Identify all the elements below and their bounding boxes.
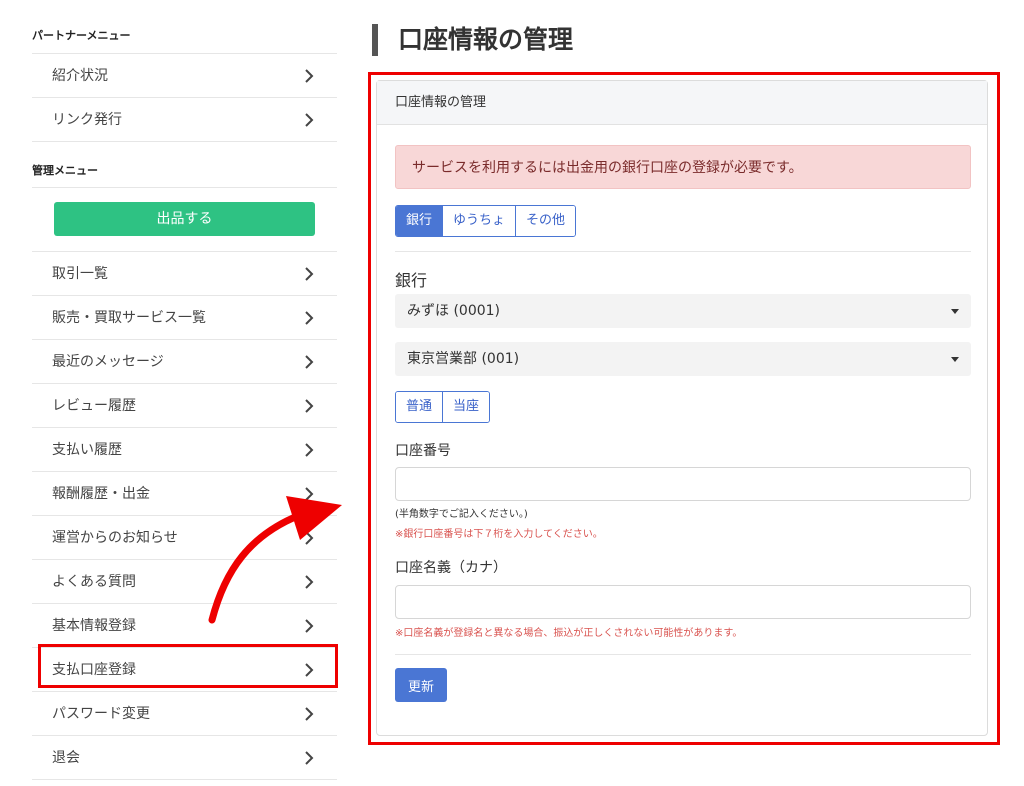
sidebar-item-label: 基本情報登録 bbox=[52, 618, 136, 634]
sidebar-item-reviews[interactable]: レビュー履歴 bbox=[32, 384, 337, 428]
page-title: 口座情報の管理 bbox=[372, 24, 1002, 56]
sidebar-item-transactions[interactable]: 取引一覧 bbox=[32, 252, 337, 296]
sidebar-item-rewards[interactable]: 報酬履歴・出金 bbox=[32, 472, 337, 516]
divider bbox=[395, 251, 971, 252]
bank-select-value: みずほ (0001) bbox=[407, 303, 501, 319]
chevron-right-icon bbox=[299, 604, 319, 648]
sidebar-item-faq[interactable]: よくある質問 bbox=[32, 560, 337, 604]
account-number-warning: ※銀行口座番号は下７桁を入力してください。 bbox=[395, 529, 603, 540]
chevron-right-icon bbox=[299, 560, 319, 604]
chevron-right-icon bbox=[299, 384, 319, 428]
account-number-label: 口座番号 bbox=[395, 443, 451, 459]
sidebar-item-label: 支払い履歴 bbox=[52, 442, 122, 458]
caret-down-icon bbox=[951, 357, 959, 362]
admin-menu-heading: 管理メニュー bbox=[32, 142, 337, 188]
sidebar-item-payout-account[interactable]: 支払口座登録 bbox=[32, 648, 337, 692]
chevron-right-icon bbox=[299, 252, 319, 296]
sell-button[interactable]: 出品する bbox=[54, 202, 315, 236]
card-title: 口座情報の管理 bbox=[377, 81, 987, 125]
sidebar-item-password[interactable]: パスワード変更 bbox=[32, 692, 337, 736]
account-number-input[interactable] bbox=[395, 467, 971, 501]
main-content: 口座情報の管理 bbox=[372, 24, 1002, 56]
tab-checking[interactable]: 当座 bbox=[443, 392, 490, 422]
sidebar-item-label: 報酬履歴・出金 bbox=[52, 486, 150, 502]
sidebar-item-label: 最近のメッセージ bbox=[52, 354, 164, 370]
chevron-right-icon bbox=[299, 54, 319, 98]
sidebar-item-link-issue[interactable]: リンク発行 bbox=[32, 98, 337, 142]
sidebar-item-label: 支払口座登録 bbox=[52, 662, 136, 678]
branch-select[interactable]: 東京営業部 (001) bbox=[395, 342, 971, 376]
sidebar: パートナーメニュー 紹介状況 リンク発行 管理メニュー 出品する 取引一覧 販売… bbox=[32, 18, 337, 780]
tab-ordinary[interactable]: 普通 bbox=[396, 392, 444, 422]
chevron-right-icon bbox=[299, 472, 319, 516]
tab-other[interactable]: その他 bbox=[516, 206, 576, 236]
sidebar-item-basic-info[interactable]: 基本情報登録 bbox=[32, 604, 337, 648]
chevron-right-icon bbox=[299, 340, 319, 384]
chevron-right-icon bbox=[299, 296, 319, 340]
sidebar-item-label: 取引一覧 bbox=[52, 266, 108, 282]
chevron-right-icon bbox=[299, 736, 319, 780]
sidebar-item-referral-status[interactable]: 紹介状況 bbox=[32, 54, 337, 98]
branch-select-value: 東京営業部 (001) bbox=[407, 351, 520, 367]
account-number-help: (半角数字でご記入ください。) bbox=[395, 509, 528, 520]
sidebar-item-notices[interactable]: 運営からのお知らせ bbox=[32, 516, 337, 560]
sidebar-item-label: 退会 bbox=[52, 750, 80, 766]
sidebar-item-label: パスワード変更 bbox=[52, 706, 150, 722]
chevron-right-icon bbox=[299, 428, 319, 472]
account-name-warning: ※口座名義が登録名と異なる場合、振込が正しくされない可能性があります。 bbox=[395, 628, 743, 639]
chevron-right-icon bbox=[299, 648, 319, 692]
partner-menu-heading: パートナーメニュー bbox=[32, 18, 337, 54]
sidebar-item-services[interactable]: 販売・買取サービス一覧 bbox=[32, 296, 337, 340]
sidebar-item-label: リンク発行 bbox=[52, 112, 122, 128]
sidebar-item-withdraw[interactable]: 退会 bbox=[32, 736, 337, 780]
bank-label: 銀行 bbox=[395, 271, 428, 290]
alert-message: サービスを利用するには出金用の銀行口座の登録が必要です。 bbox=[395, 145, 971, 189]
sidebar-item-label: 紹介状況 bbox=[52, 68, 108, 84]
chevron-right-icon bbox=[299, 98, 319, 142]
deposit-type-tabs: 普通 当座 bbox=[395, 391, 491, 423]
sidebar-item-label: 運営からのお知らせ bbox=[52, 530, 178, 546]
sidebar-item-label: レビュー履歴 bbox=[52, 398, 136, 414]
chevron-right-icon bbox=[299, 692, 319, 736]
account-name-label: 口座名義（カナ） bbox=[395, 560, 507, 576]
chevron-right-icon bbox=[299, 516, 319, 560]
sidebar-item-label: よくある質問 bbox=[52, 574, 136, 590]
account-name-input[interactable] bbox=[395, 585, 971, 619]
sell-button-wrap: 出品する bbox=[32, 188, 337, 252]
bank-select[interactable]: みずほ (0001) bbox=[395, 294, 971, 328]
divider bbox=[395, 654, 971, 655]
update-button[interactable]: 更新 bbox=[395, 668, 447, 702]
tab-yucho[interactable]: ゆうちょ bbox=[443, 206, 517, 236]
sidebar-item-label: 販売・買取サービス一覧 bbox=[52, 310, 206, 326]
sidebar-item-payments[interactable]: 支払い履歴 bbox=[32, 428, 337, 472]
caret-down-icon bbox=[951, 309, 959, 314]
tab-bank[interactable]: 銀行 bbox=[396, 206, 444, 236]
account-card: 口座情報の管理 サービスを利用するには出金用の銀行口座の登録が必要です。 銀行 … bbox=[376, 80, 988, 736]
account-type-tabs: 銀行 ゆうちょ その他 bbox=[395, 205, 577, 237]
sidebar-item-messages[interactable]: 最近のメッセージ bbox=[32, 340, 337, 384]
